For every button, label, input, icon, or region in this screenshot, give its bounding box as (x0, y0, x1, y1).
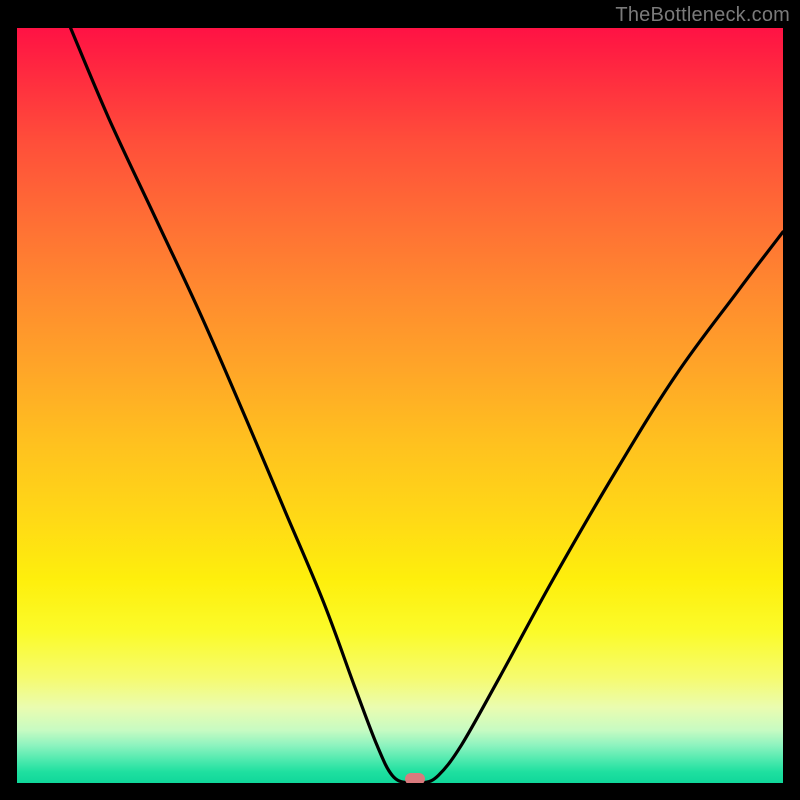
curve-svg (17, 28, 783, 783)
bottleneck-curve (71, 28, 783, 783)
chart-stage: TheBottleneck.com (0, 0, 800, 800)
plot-area (17, 28, 783, 783)
watermark-text: TheBottleneck.com (615, 4, 790, 27)
optimum-marker (405, 773, 425, 783)
